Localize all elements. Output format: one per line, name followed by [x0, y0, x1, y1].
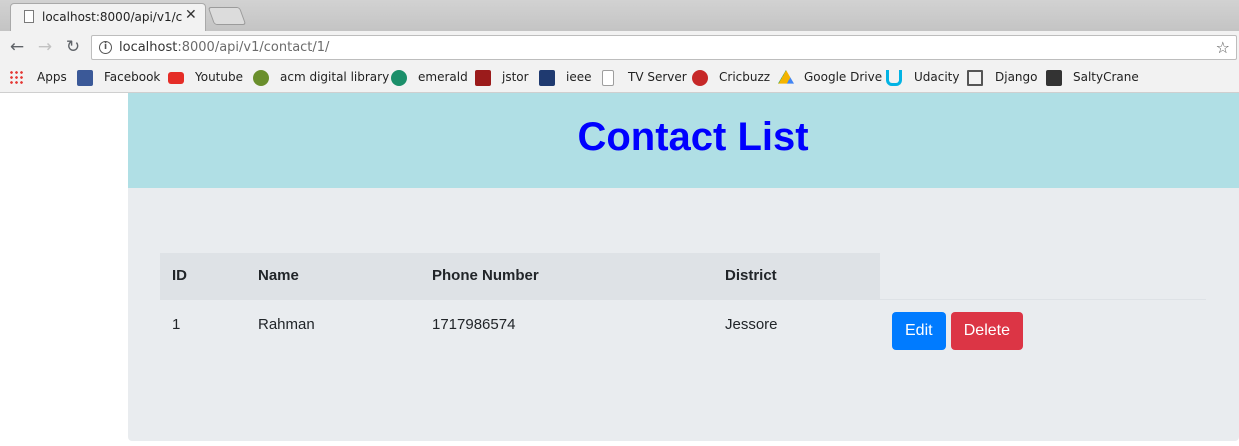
info-icon[interactable]: i [99, 41, 112, 54]
cell-phone: 1717986574 [420, 298, 713, 360]
emerald-icon [391, 70, 407, 86]
jstor-icon [475, 70, 491, 86]
table-row: 1 Rahman 1717986574 Jessore Edit Delete [160, 298, 1206, 360]
forward-icon[interactable]: → [35, 37, 55, 57]
acm-icon [253, 70, 269, 86]
bookmark-tv-server[interactable]: TV Server [628, 70, 687, 86]
reload-icon[interactable]: ↻ [63, 37, 83, 57]
new-tab-button[interactable] [207, 7, 247, 25]
youtube-icon [168, 72, 184, 84]
cell-actions: Edit Delete [880, 298, 1206, 360]
page-title: Contact List [577, 115, 809, 159]
cell-district: Jessore [713, 298, 880, 360]
bookmark-apps[interactable]: Apps [37, 70, 67, 86]
bookmark-udacity[interactable]: Udacity [914, 70, 960, 86]
table-header-row: ID Name Phone Number District [160, 253, 1206, 299]
book-icon [967, 70, 983, 86]
contact-table-wrapper: ID Name Phone Number District 1 Rahman 1… [160, 253, 1206, 360]
tab-strip: localhost:8000/api/v1/con ✕ [0, 0, 1239, 31]
saltycrane-icon [1046, 70, 1062, 86]
bookmark-saltycrane[interactable]: SaltyCrane [1073, 70, 1139, 86]
bookmark-youtube[interactable]: Youtube [195, 70, 243, 86]
udacity-icon [886, 70, 902, 86]
bookmark-ieee[interactable]: ieee [566, 70, 591, 86]
column-header-actions [880, 253, 1206, 299]
column-header-id: ID [160, 253, 246, 299]
facebook-icon [77, 70, 93, 86]
apps-icon [9, 70, 25, 86]
ieee-icon [539, 70, 555, 86]
bookmark-jstor[interactable]: jstor [502, 70, 529, 86]
bookmark-cricbuzz[interactable]: Cricbuzz [719, 70, 770, 86]
delete-button[interactable]: Delete [950, 311, 1023, 350]
edit-button[interactable]: Edit [892, 311, 946, 350]
url-host: localhost [119, 40, 178, 55]
bookmark-acm[interactable]: acm digital library [280, 70, 389, 86]
column-header-phone: Phone Number [420, 253, 713, 299]
address-bar[interactable]: i localhost:8000/api/v1/contact/1/ ☆ [91, 35, 1237, 60]
contact-panel: Contact List ID Name Phone Number Distri… [128, 93, 1239, 441]
column-header-name: Name [246, 253, 420, 299]
browser-toolbar: ← → ↻ i localhost:8000/api/v1/contact/1/… [0, 31, 1239, 63]
column-header-district: District [713, 253, 880, 299]
bookmark-google-drive[interactable]: Google Drive [804, 70, 882, 86]
close-tab-icon[interactable]: ✕ [185, 7, 197, 23]
bookmarks-bar: Apps Facebook Youtube acm digital librar… [0, 63, 1239, 93]
tab-title: localhost:8000/api/v1/con [42, 10, 182, 24]
browser-tab[interactable]: localhost:8000/api/v1/con ✕ [10, 3, 206, 31]
cell-id: 1 [160, 298, 246, 360]
url-path: :8000/api/v1/contact/1/ [177, 40, 330, 55]
contact-table: ID Name Phone Number District 1 Rahman 1… [160, 253, 1206, 360]
back-icon[interactable]: ← [7, 37, 27, 57]
cricbuzz-icon [692, 70, 708, 86]
google-drive-icon [778, 70, 794, 84]
bookmark-facebook[interactable]: Facebook [104, 70, 160, 86]
cell-name: Rahman [246, 298, 420, 360]
page-icon [24, 10, 34, 23]
page-viewport: Contact List ID Name Phone Number Distri… [0, 93, 1239, 446]
bookmark-django[interactable]: Django [995, 70, 1038, 86]
url-text: localhost:8000/api/v1/contact/1/ [119, 40, 329, 55]
bookmark-star-icon[interactable]: ☆ [1216, 38, 1230, 57]
bookmark-emerald[interactable]: emerald [418, 70, 468, 86]
page-icon [602, 70, 614, 86]
